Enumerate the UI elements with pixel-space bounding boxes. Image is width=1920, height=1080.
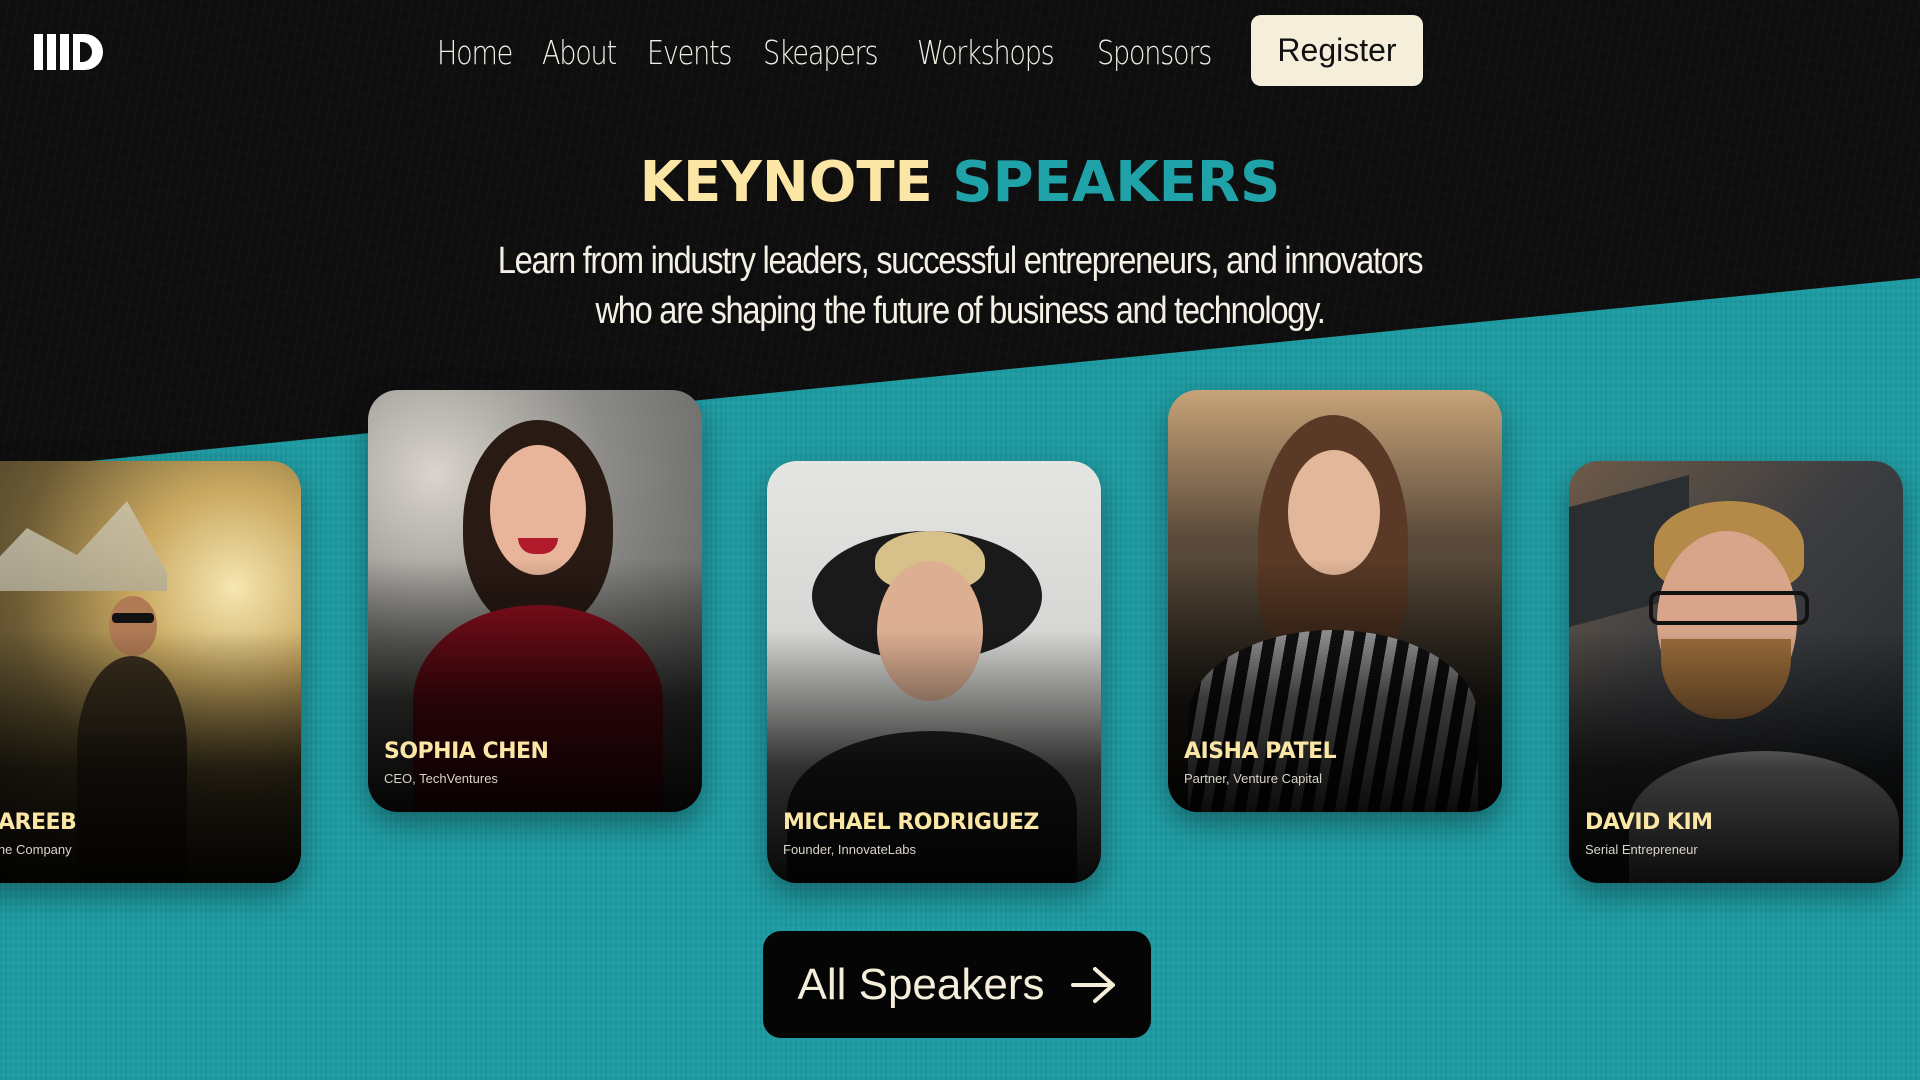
speaker-role: Serial Entrepreneur	[1585, 842, 1698, 857]
nav-workshops[interactable]: Workshops	[917, 33, 1055, 72]
speaker-card[interactable]: DAVID KIM Serial Entrepreneur	[1569, 461, 1903, 883]
speaker-name: . AREEB	[0, 810, 77, 835]
speaker-card[interactable]: AISHA PATEL Partner, Venture Capital	[1168, 390, 1502, 812]
all-speakers-button[interactable]: All Speakers	[763, 931, 1151, 1038]
title-part-speakers: SPEAKERS	[952, 150, 1281, 215]
all-speakers-label: All Speakers	[797, 959, 1045, 1009]
speaker-name: AISHA PATEL	[1184, 739, 1337, 764]
nav-about[interactable]: About	[542, 33, 617, 72]
speaker-card[interactable]: SOPHIA CHEN CEO, TechVentures	[368, 390, 702, 812]
speaker-name: SOPHIA CHEN	[384, 739, 549, 764]
speaker-role: CEO, TechVentures	[384, 771, 498, 786]
speaker-role: Partner, Venture Capital	[1184, 771, 1323, 786]
speaker-card[interactable]: MICHAEL RODRIGUEZ Founder, InnovateLabs	[767, 461, 1101, 883]
speaker-name: DAVID KIM	[1585, 810, 1713, 835]
speaker-name: MICHAEL RODRIGUEZ	[783, 810, 1039, 835]
nav-events[interactable]: Events	[647, 33, 732, 72]
site-logo[interactable]	[34, 32, 112, 72]
nav-home[interactable]: Home	[437, 33, 513, 72]
title-part-keynote: KEYNOTE	[639, 150, 933, 215]
section-title: KEYNOTE SPEAKERS	[0, 150, 1920, 215]
speaker-role: , The Company	[0, 842, 72, 857]
register-button[interactable]: Register	[1251, 15, 1423, 86]
main-nav: Home About Events Skeapers Workshops Spo…	[437, 26, 1213, 78]
nav-speakers[interactable]: Skeapers	[763, 33, 879, 72]
nav-sponsors[interactable]: Sponsors	[1097, 33, 1212, 72]
section-subtitle: Learn from industry leaders, successful …	[497, 240, 1424, 332]
arrow-right-icon	[1070, 966, 1115, 1003]
speaker-role: Founder, InnovateLabs	[783, 842, 916, 857]
speaker-card[interactable]: . AREEB , The Company	[0, 461, 301, 883]
